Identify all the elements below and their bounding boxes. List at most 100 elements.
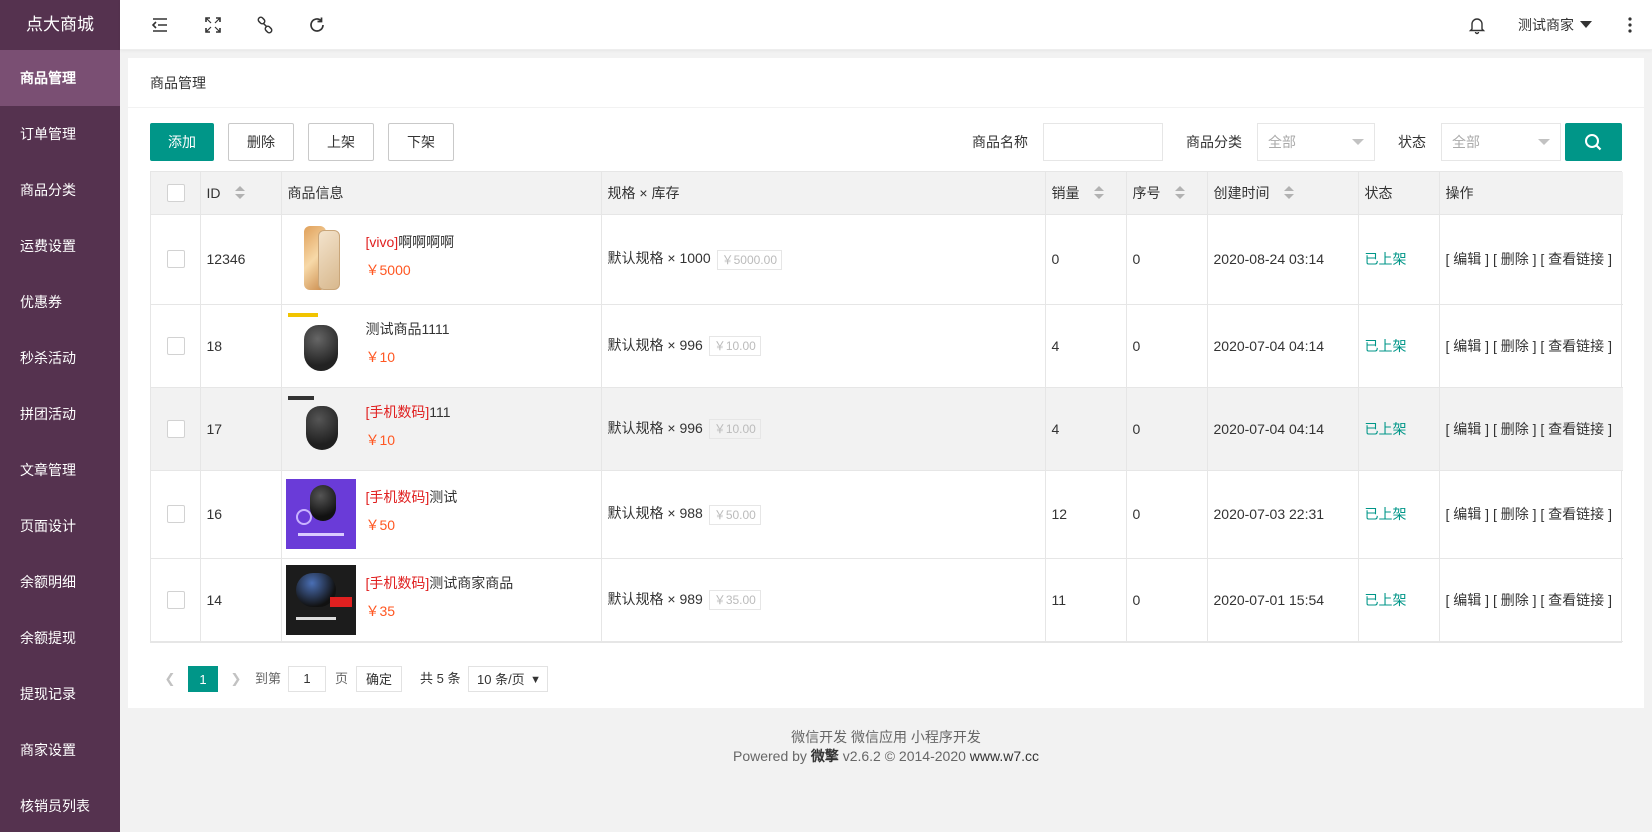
refresh-icon[interactable] <box>307 15 327 35</box>
footer-links[interactable]: 微信开发 微信应用 小程序开发 <box>120 727 1652 747</box>
row-status: 已上架 <box>1358 470 1440 559</box>
col-header-actions: 操作 <box>1439 172 1623 215</box>
row-spec-stock: 默认规格 × 1000 ￥5000.00 <box>601 214 1046 305</box>
product-thumbnail[interactable] <box>285 564 356 635</box>
name-search-input[interactable] <box>1043 123 1163 161</box>
category-select[interactable]: 全部 <box>1257 123 1375 161</box>
sort-icon[interactable] <box>1283 185 1294 200</box>
select-all-checkbox[interactable] <box>167 183 185 202</box>
sort-icon[interactable] <box>1174 185 1185 200</box>
col-header-order[interactable]: 序号 <box>1126 172 1208 215</box>
sidebar-item-2[interactable]: 商品分类 <box>0 162 120 218</box>
brand-logo[interactable]: 点大商城 <box>0 0 120 50</box>
footer-brand[interactable]: 微擎 <box>811 748 839 764</box>
next-page-icon[interactable]: ❯ <box>226 666 246 692</box>
sidebar-item-5[interactable]: 秒杀活动 <box>0 330 120 386</box>
view-link[interactable]: [ 查看链接 ] <box>1540 251 1612 267</box>
more-vertical-icon[interactable] <box>1620 15 1640 35</box>
table-row: 12346 [vivo]啊啊啊啊 ￥5000 默认规格 × 1000 ￥5000.00 0… <box>151 214 1623 305</box>
category-select-value: 全部 <box>1268 134 1296 150</box>
delete-button[interactable]: 删除 <box>228 123 294 161</box>
spec-price-badge: ￥35.00 <box>708 590 761 611</box>
product-category: [手机数码] <box>365 403 430 420</box>
spec-stock-text: 默认规格 × 989 <box>607 590 703 607</box>
spec-price-badge: ￥50.00 <box>708 504 761 525</box>
row-created: 2020-08-24 03:14 <box>1207 214 1359 305</box>
sidebar-item-6[interactable]: 拼团活动 <box>0 386 120 442</box>
search-button[interactable] <box>1565 123 1622 161</box>
row-goods-info: [手机数码]测试 ￥50 <box>281 470 602 559</box>
menu-collapse-icon[interactable] <box>150 15 170 35</box>
row-select-cell <box>151 470 201 559</box>
goto-page-input[interactable] <box>288 666 326 692</box>
edit-link[interactable]: [ 编辑 ] <box>1446 592 1490 608</box>
view-link[interactable]: [ 查看链接 ] <box>1540 421 1612 437</box>
per-page-select[interactable]: 10 条/页 ▼ <box>468 666 548 692</box>
edit-link[interactable]: [ 编辑 ] <box>1446 251 1490 267</box>
row-id: 18 <box>200 304 282 388</box>
status-select[interactable]: 全部 <box>1441 123 1561 161</box>
sidebar-item-4[interactable]: 优惠券 <box>0 274 120 330</box>
fullscreen-icon[interactable] <box>203 15 223 35</box>
edit-link[interactable]: [ 编辑 ] <box>1446 421 1490 437</box>
prev-page-icon[interactable]: ❮ <box>160 666 180 692</box>
sort-icon[interactable] <box>234 185 245 200</box>
row-id: 16 <box>200 470 282 559</box>
row-sales: 0 <box>1045 214 1127 305</box>
delete-link[interactable]: [ 删除 ] <box>1493 251 1537 267</box>
sidebar-item-13[interactable]: 核销员列表 <box>0 778 120 832</box>
row-checkbox[interactable] <box>167 336 185 355</box>
view-link[interactable]: [ 查看链接 ] <box>1540 338 1612 354</box>
row-created: 2020-07-04 04:14 <box>1207 387 1359 471</box>
row-checkbox[interactable] <box>167 250 185 269</box>
sidebar-item-3[interactable]: 运费设置 <box>0 218 120 274</box>
product-thumbnail[interactable] <box>285 479 356 549</box>
page-title: 商品管理 <box>128 58 1644 108</box>
goods-table: ID 商品信息 规格 × 库存 销量 序号 创建时间 状态 操作 12346 [v… <box>150 171 1623 643</box>
off-shelf-button[interactable]: 下架 <box>388 123 454 161</box>
row-actions: [ 编辑 ] [ 删除 ] [ 查看链接 ] <box>1439 304 1623 388</box>
delete-link[interactable]: [ 删除 ] <box>1493 421 1537 437</box>
sidebar-item-11[interactable]: 提现记录 <box>0 666 120 722</box>
row-actions: [ 编辑 ] [ 删除 ] [ 查看链接 ] <box>1439 387 1623 471</box>
pagination: ❮ 1 ❯ 到第 页 确定 共 5 条 10 条/页 ▼ <box>150 657 550 697</box>
sidebar-item-7[interactable]: 文章管理 <box>0 442 120 498</box>
delete-link[interactable]: [ 删除 ] <box>1493 592 1537 608</box>
col-header-id[interactable]: ID <box>200 172 282 215</box>
product-thumbnail[interactable] <box>286 394 356 464</box>
on-shelf-button[interactable]: 上架 <box>308 123 374 161</box>
edit-link[interactable]: [ 编辑 ] <box>1446 338 1490 354</box>
goto-confirm-button[interactable]: 确定 <box>356 666 402 692</box>
sidebar-item-10[interactable]: 余额提现 <box>0 610 120 666</box>
sidebar-item-8[interactable]: 页面设计 <box>0 498 120 554</box>
footer-site-link[interactable]: www.w7.cc <box>970 748 1039 764</box>
add-button[interactable]: 添加 <box>150 123 214 161</box>
sort-icon[interactable] <box>1093 185 1104 200</box>
user-menu[interactable]: 测试商家 <box>1518 0 1592 50</box>
delete-link[interactable]: [ 删除 ] <box>1493 506 1537 522</box>
edit-link[interactable]: [ 编辑 ] <box>1446 506 1490 522</box>
sidebar-item-9[interactable]: 余额明细 <box>0 554 120 610</box>
bell-icon[interactable] <box>1467 15 1487 35</box>
row-checkbox[interactable] <box>167 505 185 524</box>
product-thumbnail[interactable] <box>286 311 356 381</box>
row-checkbox[interactable] <box>167 590 185 609</box>
sidebar-item-0[interactable]: 商品管理 <box>0 50 120 106</box>
row-actions: [ 编辑 ] [ 删除 ] [ 查看链接 ] <box>1439 470 1623 559</box>
link-icon[interactable] <box>255 15 275 35</box>
product-thumbnail[interactable] <box>286 224 356 294</box>
col-header-goods-info: 商品信息 <box>281 172 602 215</box>
delete-link[interactable]: [ 删除 ] <box>1493 338 1537 354</box>
footer-powered: Powered by 微擎 v2.6.2 © 2014-2020 www.w7.… <box>732 748 1040 764</box>
spec-stock-text: 默认规格 × 1000 <box>607 250 711 267</box>
view-link[interactable]: [ 查看链接 ] <box>1540 506 1612 522</box>
col-header-sales[interactable]: 销量 <box>1045 172 1127 215</box>
page-number-current[interactable]: 1 <box>188 666 218 692</box>
sidebar-item-12[interactable]: 商家设置 <box>0 722 120 778</box>
col-header-created[interactable]: 创建时间 <box>1207 172 1359 215</box>
sidebar-item-1[interactable]: 订单管理 <box>0 106 120 162</box>
row-checkbox[interactable] <box>167 419 185 438</box>
caret-down-icon <box>1580 21 1592 28</box>
row-sales: 11 <box>1045 558 1127 642</box>
view-link[interactable]: [ 查看链接 ] <box>1540 592 1612 608</box>
